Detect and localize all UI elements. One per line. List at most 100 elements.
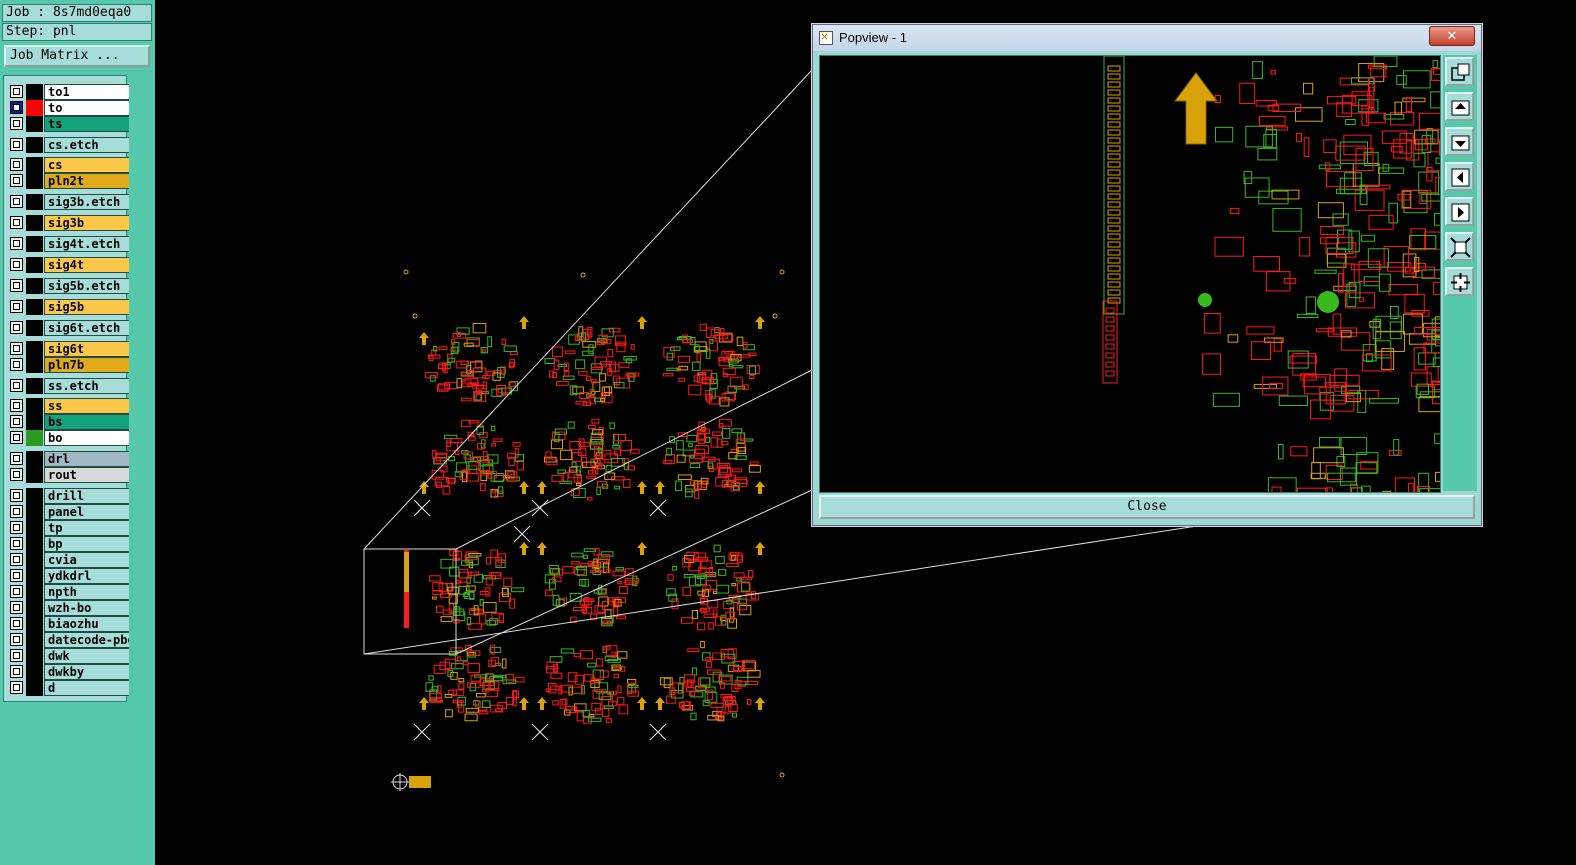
layer-color-swatch[interactable] (26, 116, 43, 132)
layer-row-pln2t[interactable]: pln2t (8, 173, 130, 189)
layer-color-swatch[interactable] (26, 616, 43, 632)
layer-color-swatch[interactable] (26, 504, 43, 520)
layer-row-sig5b[interactable]: sig5b (8, 299, 130, 315)
layer-color-swatch[interactable] (26, 648, 43, 664)
layer-label[interactable]: sig6t (44, 341, 130, 357)
layer-color-swatch[interactable] (26, 680, 43, 696)
layer-color-swatch[interactable] (26, 398, 43, 414)
pan-up-button[interactable] (1445, 92, 1474, 121)
layer-label[interactable]: sig3b.etch (44, 194, 130, 210)
layer-label[interactable]: ydkdrl (44, 568, 130, 584)
pan-left-button[interactable] (1445, 162, 1474, 191)
layer-label[interactable]: sig3b (44, 215, 130, 231)
layer-label[interactable]: bp (44, 536, 130, 552)
layer-label[interactable]: pln7b (44, 357, 130, 373)
layer-color-swatch[interactable] (26, 320, 43, 336)
layer-row-cvia[interactable]: cvia (8, 552, 130, 568)
layer-color-swatch[interactable] (26, 236, 43, 252)
layer-checkbox[interactable] (10, 117, 23, 130)
layer-checkbox[interactable] (10, 101, 23, 114)
layer-color-swatch[interactable] (26, 357, 43, 373)
layer-checkbox[interactable] (10, 158, 23, 171)
layer-label[interactable]: bo (44, 430, 130, 446)
layer-checkbox[interactable] (10, 489, 23, 502)
layer-label[interactable]: cs (44, 157, 130, 173)
layer-checkbox[interactable] (10, 468, 23, 481)
layer-row-biaozhu[interactable]: biaozhu (8, 616, 130, 632)
layer-row-npth[interactable]: npth (8, 584, 130, 600)
layer-row-drl[interactable]: drl (8, 451, 130, 467)
layer-color-swatch[interactable] (26, 157, 43, 173)
layer-checkbox[interactable] (10, 358, 23, 371)
layer-checkbox[interactable] (10, 342, 23, 355)
layer-color-swatch[interactable] (26, 194, 43, 210)
layer-color-swatch[interactable] (26, 299, 43, 315)
layer-row-sig4t[interactable]: sig4t (8, 257, 130, 273)
layer-row-d[interactable]: d (8, 680, 130, 696)
layer-checkbox[interactable] (10, 665, 23, 678)
layer-row-dwk[interactable]: dwk (8, 648, 130, 664)
layer-checkbox[interactable] (10, 321, 23, 334)
pan-down-button[interactable] (1445, 127, 1474, 156)
layer-color-swatch[interactable] (26, 414, 43, 430)
pan-right-button[interactable] (1445, 197, 1474, 226)
layer-color-swatch[interactable] (26, 467, 43, 483)
layer-row-to1[interactable]: to1 (8, 84, 130, 100)
layer-label[interactable]: rout (44, 467, 130, 483)
layer-color-swatch[interactable] (26, 552, 43, 568)
layer-checkbox[interactable] (10, 431, 23, 444)
layer-row-bo[interactable]: bo (8, 430, 130, 446)
layer-checkbox[interactable] (10, 300, 23, 313)
layer-row-wzh-bo[interactable]: wzh-bo (8, 600, 130, 616)
layer-label[interactable]: sig4t.etch (44, 236, 130, 252)
layer-color-swatch[interactable] (26, 341, 43, 357)
layer-color-swatch[interactable] (26, 632, 43, 648)
layer-color-swatch[interactable] (26, 568, 43, 584)
layer-row-to[interactable]: to (8, 100, 130, 116)
layer-color-swatch[interactable] (26, 84, 43, 100)
layer-row-dwkby[interactable]: dwkby (8, 664, 130, 680)
layer-color-swatch[interactable] (26, 430, 43, 446)
layer-color-swatch[interactable] (26, 378, 43, 394)
layer-label[interactable]: cvia (44, 552, 130, 568)
layer-color-swatch[interactable] (26, 600, 43, 616)
layer-checkbox[interactable] (10, 553, 23, 566)
layer-label[interactable]: tp (44, 520, 130, 536)
popview-titlebar[interactable]: Popview - 1 ✕ (813, 25, 1481, 51)
layer-label[interactable]: to1 (44, 84, 130, 100)
layer-row-cs[interactable]: cs (8, 157, 130, 173)
layer-label[interactable]: datecode-pbo (44, 632, 130, 648)
layer-label[interactable]: dwkby (44, 664, 130, 680)
layer-checkbox[interactable] (10, 138, 23, 151)
layer-label[interactable]: panel (44, 504, 130, 520)
layer-color-swatch[interactable] (26, 520, 43, 536)
layer-checkbox[interactable] (10, 279, 23, 292)
layer-color-swatch[interactable] (26, 451, 43, 467)
layer-color-swatch[interactable] (26, 215, 43, 231)
layer-color-swatch[interactable] (26, 278, 43, 294)
layer-label[interactable]: drill (44, 488, 130, 504)
layer-checkbox[interactable] (10, 174, 23, 187)
layer-row-cs.etch[interactable]: cs.etch (8, 137, 130, 153)
window-close-button[interactable]: ✕ (1429, 26, 1475, 46)
layer-checkbox[interactable] (10, 585, 23, 598)
layer-color-swatch[interactable] (26, 536, 43, 552)
layer-checkbox[interactable] (10, 681, 23, 694)
layer-checkbox[interactable] (10, 415, 23, 428)
layer-row-ss[interactable]: ss (8, 398, 130, 414)
layer-checkbox[interactable] (10, 258, 23, 271)
layer-label[interactable]: ss (44, 398, 130, 414)
layer-row-datecode-pbo[interactable]: datecode-pbo (8, 632, 130, 648)
layer-row-drill[interactable]: drill (8, 488, 130, 504)
zoom-in-button[interactable] (1445, 232, 1474, 261)
layer-checkbox[interactable] (10, 452, 23, 465)
layer-row-tp[interactable]: tp (8, 520, 130, 536)
layer-color-swatch[interactable] (26, 100, 43, 116)
layer-row-sig5b.etch[interactable]: sig5b.etch (8, 278, 130, 294)
layer-label[interactable]: wzh-bo (44, 600, 130, 616)
layer-checkbox[interactable] (10, 537, 23, 550)
layer-label[interactable]: pln2t (44, 173, 130, 189)
popview-zoom-area[interactable] (819, 55, 1463, 511)
layer-row-ydkdrl[interactable]: ydkdrl (8, 568, 130, 584)
layer-label[interactable]: sig5b.etch (44, 278, 130, 294)
